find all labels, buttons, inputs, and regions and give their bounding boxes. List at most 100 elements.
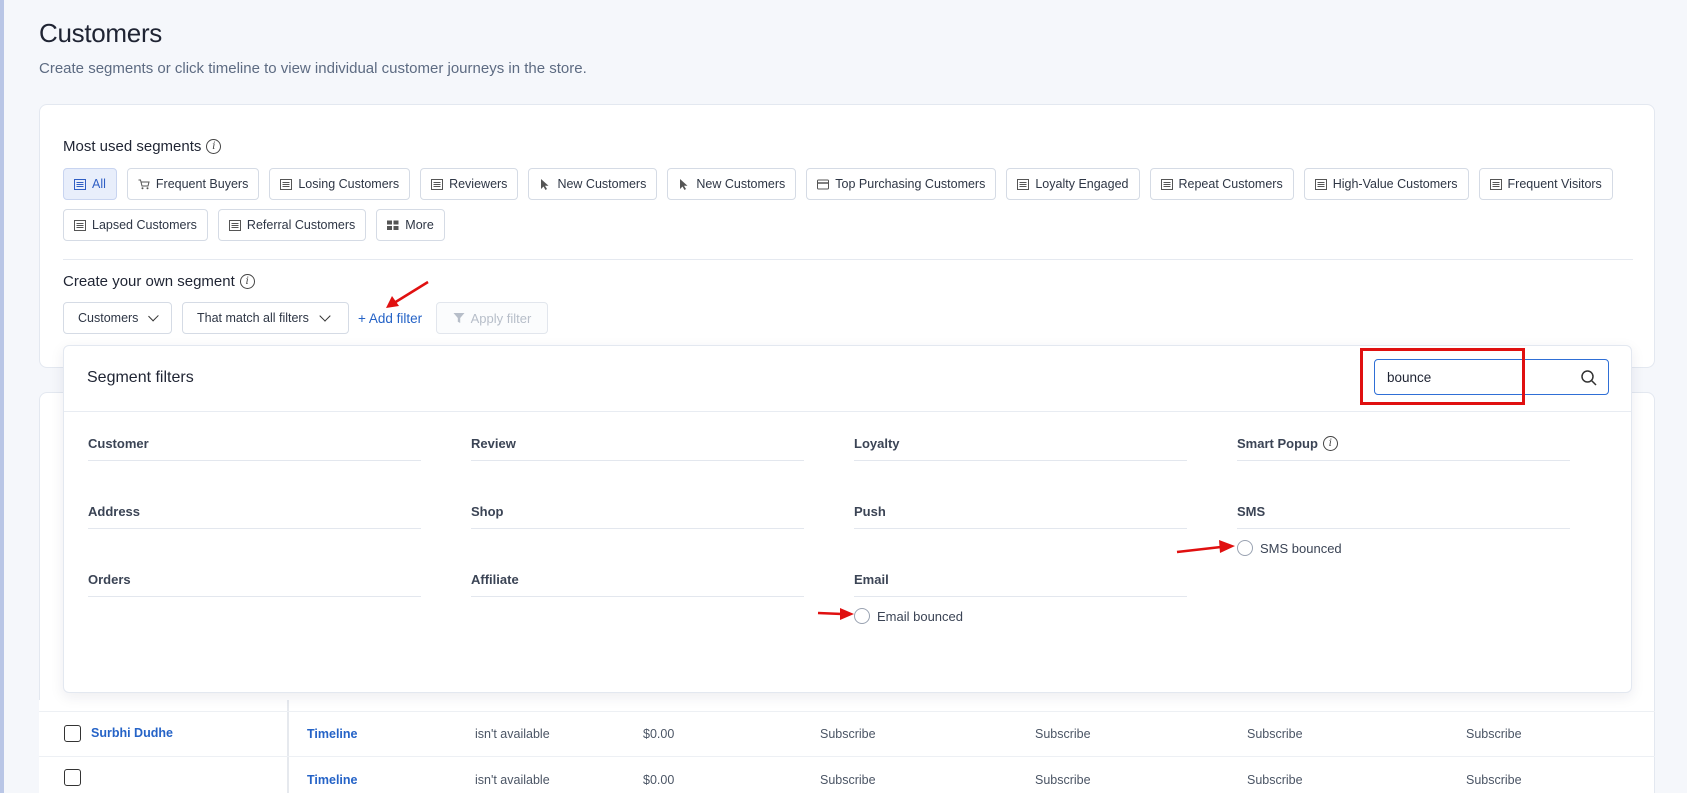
table-cell: $0.00 bbox=[643, 773, 675, 787]
list-icon bbox=[1160, 178, 1173, 190]
apply-filter-button[interactable]: Apply filter bbox=[436, 302, 548, 334]
chip-label: Referral Customers bbox=[246, 218, 356, 232]
table-row: Surbhi Dudhe Timeline isn't available $0… bbox=[39, 711, 1655, 755]
option-label: SMS bounced bbox=[1260, 540, 1342, 556]
segment-chip-top-purchasing-customers[interactable]: Top Purchasing Customers bbox=[806, 168, 997, 200]
annotation-highlight-box bbox=[1360, 348, 1525, 405]
segment-chip-high-value-customers[interactable]: High-Value Customers bbox=[1303, 168, 1469, 200]
match-select-value: That match all filters bbox=[197, 311, 309, 325]
list-icon bbox=[228, 219, 241, 231]
segment-chip-lapsed-customers[interactable]: Lapsed Customers bbox=[63, 209, 208, 241]
filter-group-loyalty[interactable]: Loyalty bbox=[854, 436, 1187, 461]
chip-label: Frequent Buyers bbox=[155, 177, 249, 191]
table-cell: Subscribe bbox=[1035, 773, 1091, 787]
chip-label: Loyalty Engaged bbox=[1035, 177, 1129, 191]
segment-chip-repeat-customers[interactable]: Repeat Customers bbox=[1149, 168, 1294, 200]
segment-chip-referral-customers[interactable]: Referral Customers bbox=[217, 209, 367, 241]
cursor-icon bbox=[541, 178, 549, 190]
add-filter-link[interactable]: + Add filter bbox=[358, 311, 422, 326]
segment-chip-all[interactable]: All bbox=[63, 168, 117, 200]
page-title: Customers bbox=[39, 18, 162, 48]
chip-label: High-Value Customers bbox=[1332, 177, 1458, 191]
chip-label: Losing Customers bbox=[298, 177, 400, 191]
filter-group-affiliate[interactable]: Affiliate bbox=[471, 572, 804, 597]
segment-chip-more[interactable]: More bbox=[376, 209, 445, 241]
segment-chip-frequent-visitors[interactable]: Frequent Visitors bbox=[1478, 168, 1613, 200]
timeline-link[interactable]: Timeline bbox=[307, 727, 357, 741]
chip-label: New Customers bbox=[557, 177, 647, 191]
filter-group-push[interactable]: Push bbox=[854, 504, 1187, 529]
chip-label: Reviewers bbox=[449, 177, 508, 191]
create-segment-title: Create your own segment bbox=[63, 273, 235, 290]
filter-group-orders[interactable]: Orders bbox=[88, 572, 421, 597]
entity-select[interactable]: Customers bbox=[63, 302, 172, 334]
radio-button[interactable] bbox=[854, 608, 870, 624]
info-icon[interactable]: i bbox=[239, 274, 255, 289]
list-icon bbox=[74, 219, 86, 231]
chip-label: All bbox=[92, 177, 106, 191]
segment-chip-losing-customers[interactable]: Losing Customers bbox=[269, 168, 411, 200]
list-icon bbox=[1314, 178, 1327, 190]
segment-chip-loyalty-engaged[interactable]: Loyalty Engaged bbox=[1006, 168, 1140, 200]
segment-chip-new-customers[interactable]: New Customers bbox=[528, 168, 658, 200]
filter-group-smart-popup-label: Smart Popup bbox=[1237, 436, 1318, 451]
filter-icon bbox=[453, 313, 465, 323]
table-cell: $0.00 bbox=[643, 727, 675, 741]
filter-option-sms-bounced[interactable]: SMS bounced bbox=[1237, 540, 1342, 556]
filter-group-address[interactable]: Address bbox=[88, 504, 421, 529]
chip-label: Top Purchasing Customers bbox=[835, 177, 986, 191]
row-checkbox[interactable] bbox=[64, 769, 81, 786]
timeline-link[interactable]: Timeline bbox=[307, 773, 357, 787]
filter-group-review[interactable]: Review bbox=[471, 436, 804, 461]
list-icon bbox=[1489, 178, 1502, 190]
table-cell: Subscribe bbox=[820, 727, 876, 741]
card-icon bbox=[817, 179, 830, 189]
annotation-arrow-icon bbox=[817, 608, 854, 620]
filter-group-smart-popup[interactable]: Smart Popup i bbox=[1237, 436, 1570, 461]
list-icon bbox=[431, 178, 444, 190]
chip-label: New Customers bbox=[696, 177, 786, 191]
row-checkbox[interactable] bbox=[64, 725, 81, 742]
search-icon[interactable] bbox=[1580, 369, 1598, 387]
match-select[interactable]: That match all filters bbox=[182, 302, 349, 334]
grid-icon bbox=[387, 220, 399, 230]
list-icon bbox=[1017, 178, 1030, 190]
table-cell: isn't available bbox=[475, 727, 550, 741]
segment-chips: All Frequent Buyers Losing Customers Rev… bbox=[63, 168, 1643, 241]
annotation-arrow-icon bbox=[1176, 540, 1235, 554]
table-cell: Subscribe bbox=[1466, 727, 1522, 741]
filter-group-email[interactable]: Email bbox=[854, 572, 1187, 597]
filter-group-customer[interactable]: Customer bbox=[88, 436, 421, 461]
list-icon bbox=[74, 178, 86, 190]
chevron-down-icon bbox=[319, 310, 331, 322]
section-divider bbox=[63, 259, 1633, 260]
chip-label: More bbox=[405, 218, 434, 232]
chip-label: Repeat Customers bbox=[1178, 177, 1283, 191]
most-used-segments-title: Most used segments bbox=[63, 138, 202, 155]
filter-group-shop[interactable]: Shop bbox=[471, 504, 804, 529]
segment-chip-new-customers-2[interactable]: New Customers bbox=[667, 168, 797, 200]
info-icon[interactable]: i bbox=[206, 139, 222, 154]
cart-icon bbox=[138, 179, 150, 189]
segment-chip-frequent-buyers[interactable]: Frequent Buyers bbox=[126, 168, 260, 200]
table-cell: Subscribe bbox=[1035, 727, 1091, 741]
segment-chip-reviewers[interactable]: Reviewers bbox=[420, 168, 519, 200]
most-used-segments-heading: Most used segments i bbox=[63, 138, 222, 155]
table-cell: Subscribe bbox=[1247, 727, 1303, 741]
info-icon[interactable]: i bbox=[1322, 436, 1338, 451]
panel-title: Segment filters bbox=[87, 369, 194, 386]
filter-group-sms[interactable]: SMS bbox=[1237, 504, 1570, 529]
table-cell: isn't available bbox=[475, 773, 550, 787]
customer-name-link[interactable]: Surbhi Dudhe bbox=[91, 726, 173, 740]
cursor-icon bbox=[680, 178, 688, 190]
chip-label: Frequent Visitors bbox=[1507, 177, 1602, 191]
radio-button[interactable] bbox=[1237, 540, 1253, 556]
entity-select-value: Customers bbox=[78, 311, 139, 325]
chevron-down-icon bbox=[148, 310, 159, 322]
apply-filter-label: Apply filter bbox=[470, 310, 532, 326]
table-cell: Subscribe bbox=[1247, 773, 1303, 787]
table-row: Timeline isn't available $0.00 Subscribe… bbox=[39, 757, 1655, 793]
filter-option-email-bounced[interactable]: Email bounced bbox=[854, 608, 963, 624]
option-label: Email bounced bbox=[877, 608, 963, 624]
left-rail bbox=[0, 0, 4, 793]
